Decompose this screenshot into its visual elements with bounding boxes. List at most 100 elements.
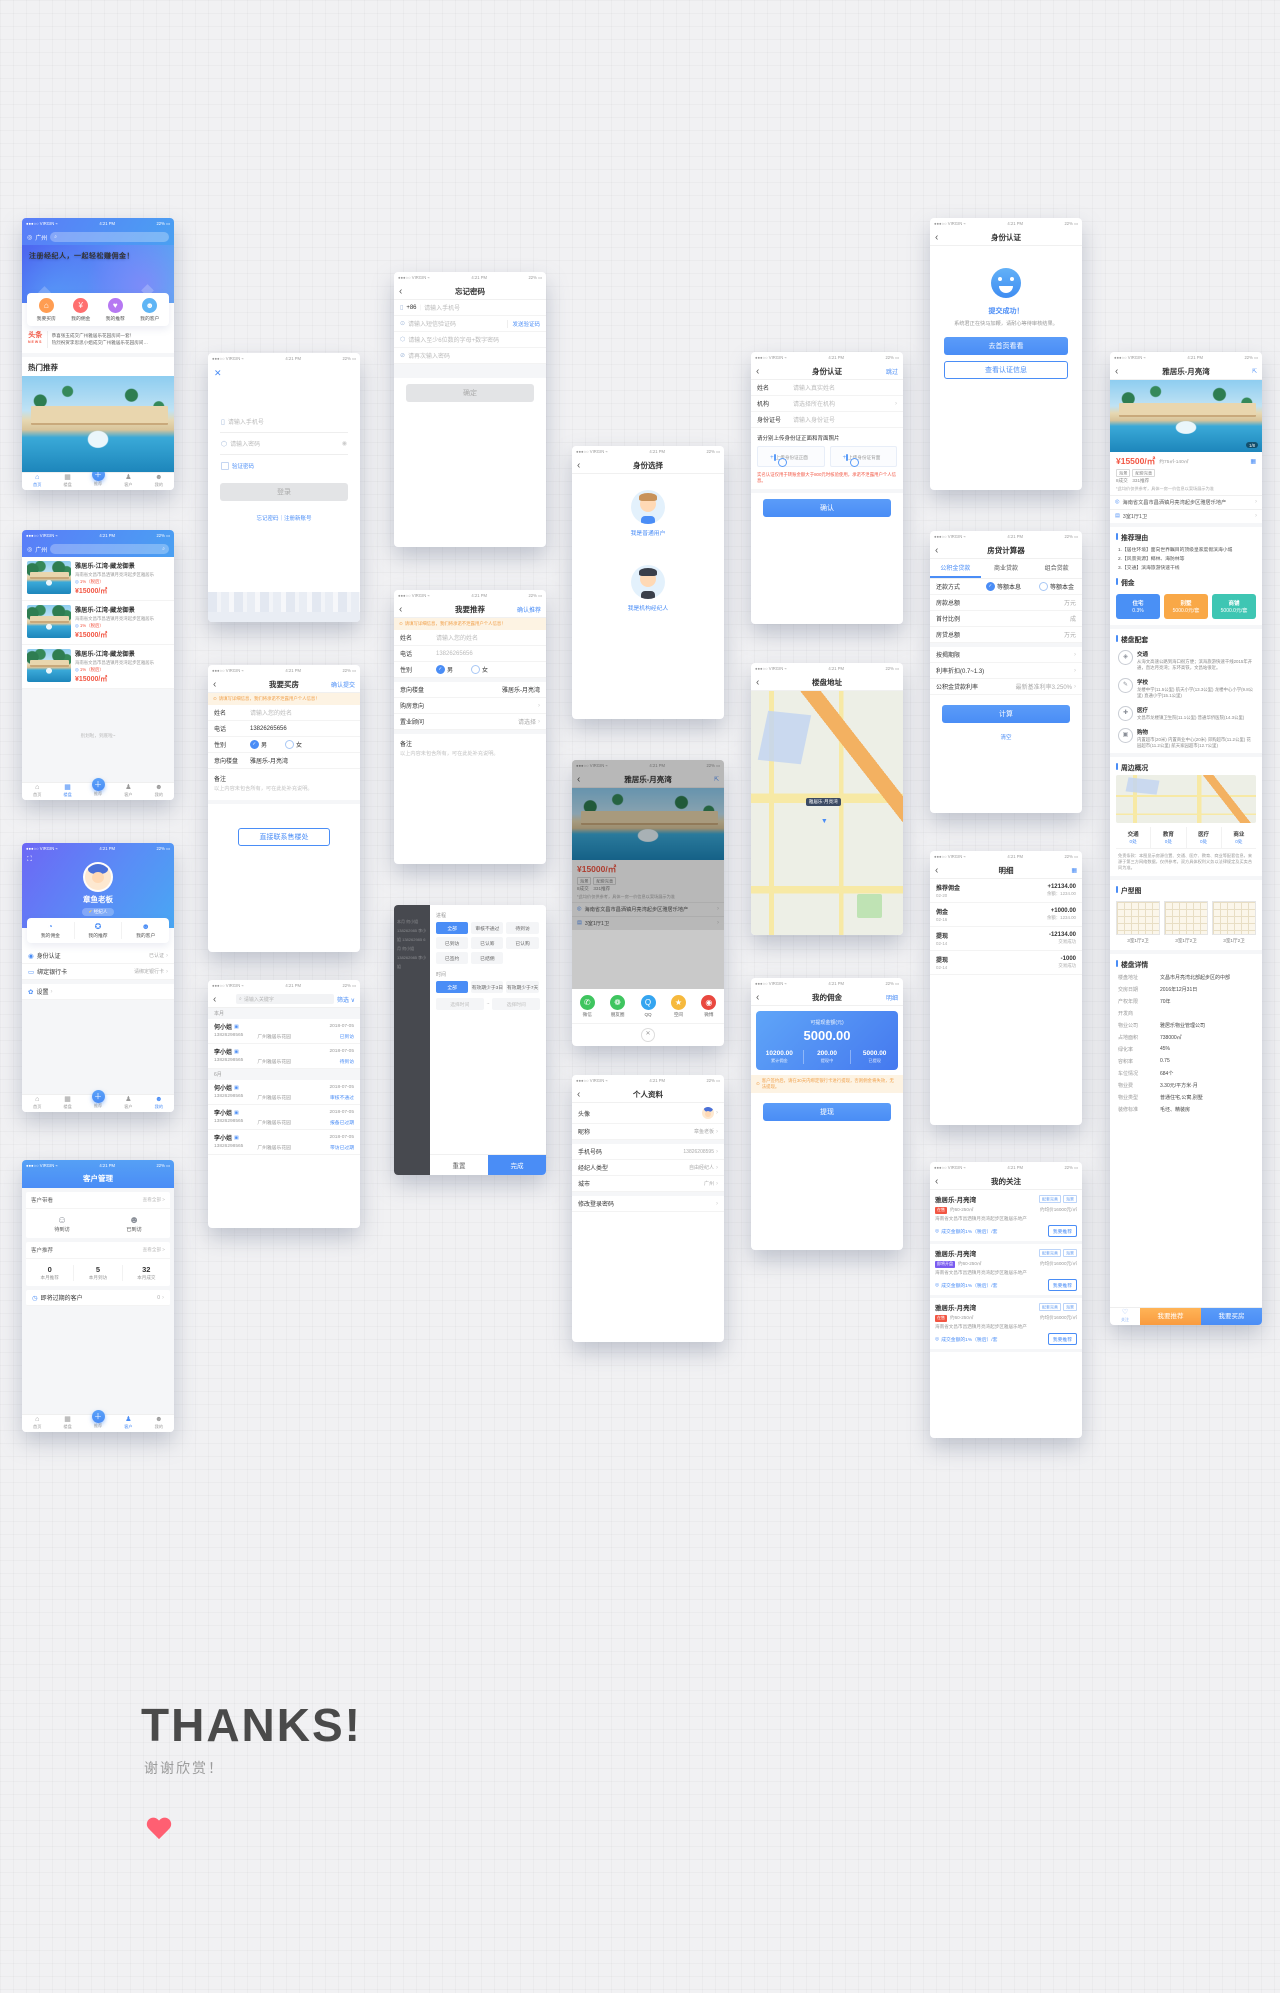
search-input[interactable]: ⌕ 请输入关键字	[236, 994, 334, 1004]
reset-button[interactable]: 重置	[430, 1155, 488, 1175]
done-button[interactable]: 完成	[488, 1155, 546, 1175]
share-channel[interactable]: ◉ 微博	[694, 995, 724, 1018]
unit-row[interactable]: ▤ 3室1厅1卫 ›	[1110, 508, 1262, 523]
contact-sales-button[interactable]: 直接联系售楼处	[238, 828, 330, 846]
intent-field[interactable]: 意向楼盘 雅居乐-月亮湾	[208, 753, 360, 769]
transaction-row[interactable]: 佣金 02-16 +1000.00 余额：1234.00	[930, 903, 1082, 927]
tab-item[interactable]: ▦ 楼盘	[52, 783, 82, 800]
phone-field[interactable]: 电话 13826265656	[208, 721, 360, 737]
back-icon[interactable]: ‹	[213, 679, 233, 690]
repay-radio-1[interactable]	[986, 582, 995, 591]
share-icon[interactable]: ⇱	[1252, 368, 1257, 375]
news-ticker[interactable]: 头条 NEWS 恭喜张玉成交广州雅居乐花园房间一套！ 热烈祝贺李思思小姐成交广州雅居…	[22, 326, 174, 357]
tab-item[interactable]: ☻ 我的	[144, 1095, 174, 1112]
client-entry[interactable]: 李小姐 ▣ 2018-07-05 13826298565 广州雅居乐花园 报备已过期	[208, 1105, 360, 1130]
loan-tab[interactable]: 组合贷款	[1031, 559, 1082, 578]
loan-tab[interactable]: 公积金贷款	[930, 559, 981, 578]
location-pin-icon[interactable]: ◎	[27, 234, 32, 241]
back-icon[interactable]: ‹	[577, 1089, 597, 1100]
calc-input-row[interactable]: 房款总额 万元	[930, 595, 1082, 611]
buy-button[interactable]: 我要买房	[1201, 1308, 1262, 1325]
country-code[interactable]: +86	[406, 305, 416, 311]
tab-item[interactable]: ♟ 客户	[113, 473, 143, 490]
back-icon[interactable]: ‹	[935, 545, 955, 556]
filter-chip[interactable]: 已到访	[436, 937, 469, 949]
address-row[interactable]: ◎ 海南省文昌市昌洒镇月亮湾起步区雅居乐地产 ›	[1110, 494, 1262, 509]
favorite-button[interactable]: ♡ 关注	[1110, 1308, 1140, 1325]
name-field[interactable]: 姓名 请输入您的姓名	[394, 630, 546, 646]
filter-chip[interactable]: 有效期少于7天	[506, 981, 539, 993]
calc-select-row[interactable]: 利率折扣(0.7~1.3) ›	[930, 663, 1082, 679]
calc-select-row[interactable]: 按揭期限 ›	[930, 647, 1082, 663]
transaction-row[interactable]: 推荐佣金 02-20 +12134.00 余额：1234.00	[930, 879, 1082, 903]
favorite-item[interactable]: 雅居乐-月亮湾 配套完善 海景 即将开盘 约60-250㎡ 约均价16000元/㎡ 海南…	[930, 1244, 1082, 1298]
client-entry[interactable]: 李小姐 ▣ 2018-07-05 13826298565 广州雅居乐花园 待到访	[208, 1044, 360, 1069]
category-item[interactable]: ⌂ 我要买房	[29, 298, 64, 322]
remember-label[interactable]: 验证密码	[232, 462, 254, 470]
recommend-button[interactable]: 我要推荐	[1047, 1333, 1077, 1345]
quick-action-item[interactable]: ✪ 我的推荐	[75, 922, 123, 939]
recommend-button[interactable]: 我要推荐	[1140, 1308, 1201, 1325]
upload-id-front[interactable]: 上传身份证正面	[757, 446, 825, 467]
calc-input-row[interactable]: 房贷总额 万元	[930, 627, 1082, 643]
unit-row[interactable]: ▤ 3室1厅1卫 ›	[572, 915, 724, 930]
view-all-link[interactable]: 查看全部 >	[143, 1197, 165, 1203]
scan-qr-icon[interactable]: ⛶	[27, 856, 32, 864]
back-icon[interactable]: ‹	[577, 460, 597, 471]
tab-item[interactable]: ▦ 楼盘	[52, 473, 82, 490]
category-item[interactable]: ☻ 我的客户	[133, 298, 168, 322]
new-password-field[interactable]: ⬡ 请输入至少6位数的字母+数字密码	[394, 332, 546, 348]
client-entry[interactable]: 何小姐 ▣ 2018-07-05 13826298565 广州雅居乐花园 已到访	[208, 1019, 360, 1044]
repay-label-1[interactable]: 等额本息	[997, 582, 1021, 591]
buy-intent-field[interactable]: 购房意向 ›	[394, 698, 546, 714]
category-item[interactable]: ¥ 我的佣金	[64, 298, 99, 322]
male-label[interactable]: 男	[447, 665, 453, 674]
recommend-button[interactable]: 我要推荐	[1047, 1279, 1077, 1291]
org-field[interactable]: 机构 请选择所在机构 ›	[751, 396, 903, 412]
city-selector[interactable]: 广州	[35, 545, 47, 554]
around-tab[interactable]: 教育 0处	[1151, 826, 1187, 848]
quick-action-item[interactable]: ☻ 我的客户	[122, 922, 169, 939]
submit-link[interactable]: 确认推荐	[517, 605, 541, 614]
around-tab[interactable]: 交通 0处	[1116, 826, 1152, 848]
tab-item[interactable]: ▦ 楼盘	[52, 1415, 82, 1432]
favorite-item[interactable]: 雅居乐-月亮湾 配套完善 海景 在售 约60-250㎡ 约均价16000元/㎡ 海南省文…	[930, 1190, 1082, 1244]
submit-link[interactable]: 确认提交	[331, 680, 355, 689]
menu-row[interactable]: ▭ 绑定银行卡 请绑定银行卡 ›	[22, 964, 174, 980]
calc-input-row[interactable]: 首付比例 成	[930, 611, 1082, 627]
tab-item[interactable]: ⌂ 首页	[22, 473, 52, 490]
filter-chip[interactable]: 已结佣	[471, 952, 504, 964]
upload-id-back[interactable]: 上传身份证背面	[829, 446, 897, 467]
confirm-button[interactable]: 确认	[763, 499, 891, 517]
male-radio[interactable]	[436, 665, 445, 674]
female-label[interactable]: 女	[296, 740, 302, 749]
calendar-icon[interactable]: ▦	[1071, 867, 1077, 874]
eye-icon[interactable]: ◉	[342, 440, 347, 447]
send-code-button[interactable]: 发送验证码	[507, 319, 540, 328]
withdraw-button[interactable]: 提现	[763, 1103, 891, 1121]
favorite-item[interactable]: 雅居乐-月亮湾 配套完善 海景 在售 约60-250㎡ 约均价16000元/㎡ 海南省文…	[930, 1298, 1082, 1352]
detail-link[interactable]: 明细	[886, 993, 898, 1002]
male-label[interactable]: 男	[261, 740, 267, 749]
around-tab[interactable]: 商业 0处	[1222, 827, 1256, 848]
sms-code-field[interactable]: ⊙ 请输入短信验证码 发送验证码	[394, 316, 546, 332]
back-icon[interactable]: ‹	[399, 604, 419, 615]
back-icon[interactable]: ‹	[756, 677, 776, 688]
intent-field[interactable]: 意向楼盘 雅居乐-月亮湾	[394, 682, 546, 698]
news-item[interactable]: 热烈祝贺李思思小姐成交广州雅居乐花园房间…	[52, 340, 148, 346]
tab-item[interactable]: ♟ 客户	[113, 1415, 143, 1432]
date-from-input[interactable]: 选择时间	[436, 998, 484, 1010]
category-item[interactable]: ♥ 我的推荐	[98, 298, 133, 322]
share-channel[interactable]: ★ 空间	[663, 995, 693, 1018]
advisor-field[interactable]: 置业顾问 请选择 ›	[394, 714, 546, 730]
tab-item[interactable]: ＋推荐	[83, 778, 113, 800]
info-row[interactable]: 昵称 章鱼老板 ›	[572, 1124, 724, 1140]
back-icon[interactable]: ‹	[935, 1176, 955, 1187]
share-channel[interactable]: ✆ 微信	[572, 995, 602, 1018]
hot-property-photo[interactable]	[22, 375, 174, 472]
tab-item[interactable]: ☻ 我的	[144, 473, 174, 490]
map-canvas[interactable]: 雅居乐·月亮湾 ▼	[751, 691, 903, 935]
property-list-item[interactable]: 雅居乐-江湾-藏龙御景 海南省文昌市昌洒镇月亮湾起步区雅居乐 ◎1%（税后） ¥…	[22, 557, 174, 601]
go-home-button[interactable]: 去首页看看	[944, 337, 1068, 355]
back-icon[interactable]: ‹	[1115, 366, 1135, 377]
